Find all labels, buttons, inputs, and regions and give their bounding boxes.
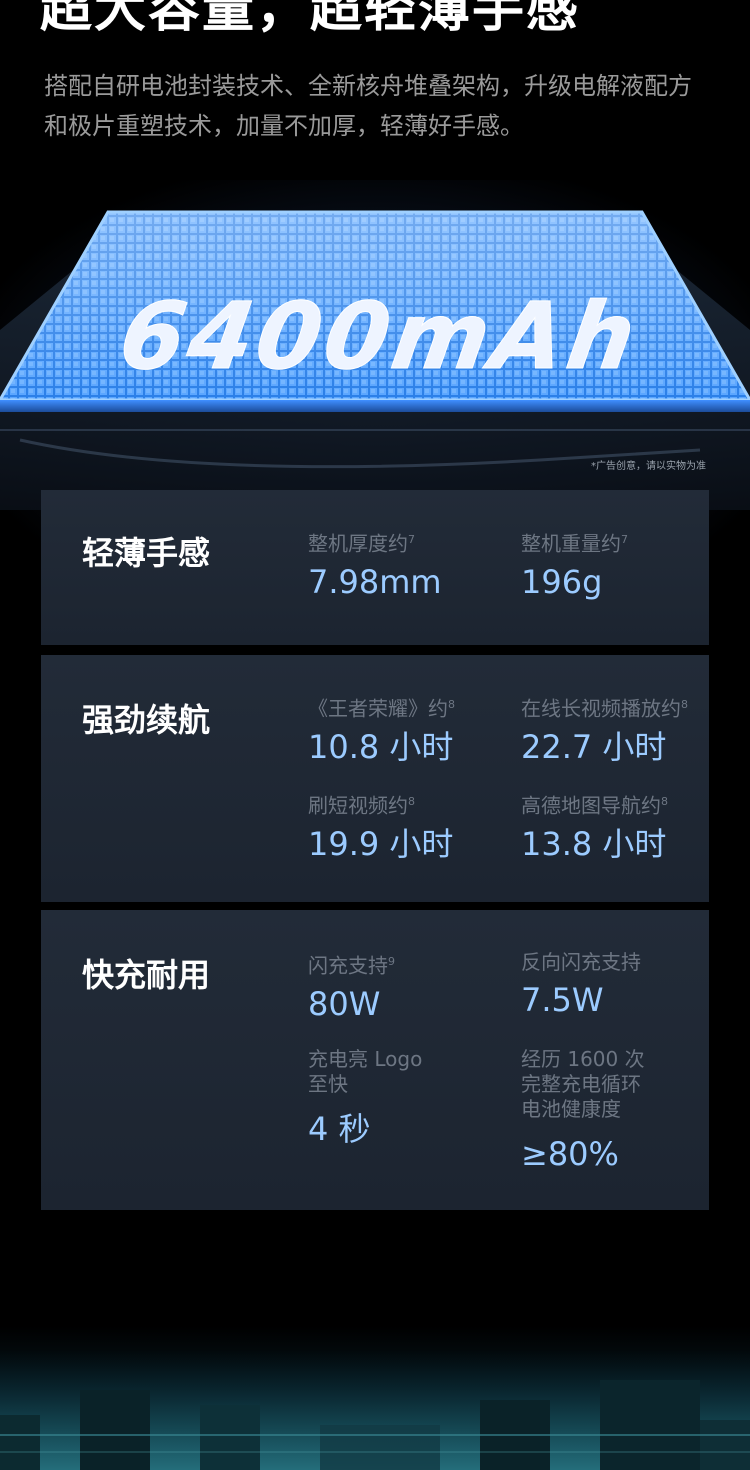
footnote-mark: 7: [408, 533, 415, 546]
stat-label: 《王者荣耀》约: [308, 696, 448, 721]
city-scene-illustration: [0, 1350, 750, 1470]
stat-video: 在线长视频播放约8 22.7 小时: [521, 693, 688, 767]
stat-value: 80W: [308, 984, 381, 1023]
footnote-mark: 9: [388, 955, 395, 968]
stat-weight: 整机重量约7 196g: [521, 528, 628, 602]
stat-label: 经历 1600 次 完整充电循环 电池健康度: [521, 1047, 645, 1121]
page-headline: 超大容量，超轻薄手感: [40, 0, 581, 39]
stat-label: 充电亮 Logo 至快: [308, 1047, 423, 1096]
card-title: 快充耐用: [82, 956, 211, 994]
stat-value: 7.5W: [521, 981, 604, 1019]
stat-flash-charge: 闪充支持9 80W: [308, 950, 395, 1024]
card-thin-light: 轻薄手感 整机厚度约7 7.98mm 整机重量约7 196g: [41, 490, 709, 645]
card-title: 强劲续航: [82, 701, 211, 739]
ad-disclaimer: *广告创意，请以实物为准: [591, 461, 706, 472]
stat-value: 7.98mm: [308, 562, 442, 601]
stat-value: 13.8 小时: [521, 824, 667, 863]
footnote-mark: 8: [681, 698, 688, 711]
stat-value: ≥80%: [521, 1135, 619, 1173]
battery-capacity-text: 6400mAh: [113, 282, 646, 389]
stat-label: 在线长视频播放约: [521, 696, 681, 721]
stat-label: 反向闪充支持: [521, 950, 641, 974]
stat-label: 刷短视频约: [308, 793, 408, 818]
card-fast-charge: 快充耐用 闪充支持9 80W 反向闪充支持 7.5W 充电亮 Logo 至快 4…: [41, 910, 709, 1210]
intro-paragraph: 搭配自研电池封装技术、全新核舟堆叠架构，升级电解液配方和极片重塑技术，加量不加厚…: [44, 72, 692, 140]
stat-value: 22.7 小时: [521, 727, 667, 766]
stat-game: 《王者荣耀》约8 10.8 小时: [308, 693, 455, 767]
footnote-mark: 8: [661, 795, 668, 808]
stat-value: 10.8 小时: [308, 727, 454, 766]
stat-value: 196g: [521, 562, 603, 601]
stat-label: 闪充支持: [308, 953, 388, 978]
stat-value: 4 秒: [308, 1110, 371, 1148]
footnote-mark: 8: [408, 795, 415, 808]
card-battery-life: 强劲续航 《王者荣耀》约8 10.8 小时 在线长视频播放约8 22.7 小时 …: [41, 655, 709, 902]
stat-navigation: 高德地图导航约8 13.8 小时: [521, 790, 668, 864]
bottom-scene-image: [0, 1230, 750, 1470]
footnote-mark: 8: [448, 698, 455, 711]
stat-reverse-charge: 反向闪充支持 7.5W: [521, 950, 641, 1020]
stat-label: 整机重量约: [521, 531, 621, 556]
stat-battery-health: 经历 1600 次 完整充电循环 电池健康度 ≥80%: [521, 1047, 645, 1174]
stat-thickness: 整机厚度约7 7.98mm: [308, 528, 442, 602]
stat-label: 高德地图导航约: [521, 793, 661, 818]
card-title: 轻薄手感: [82, 534, 211, 572]
footnote-mark: 7: [621, 533, 628, 546]
stat-value: 19.9 小时: [308, 824, 454, 863]
stat-short-video: 刷短视频约8 19.9 小时: [308, 790, 453, 864]
stat-logo-time: 充电亮 Logo 至快 4 秒: [308, 1047, 422, 1149]
stat-label: 整机厚度约: [308, 531, 408, 556]
